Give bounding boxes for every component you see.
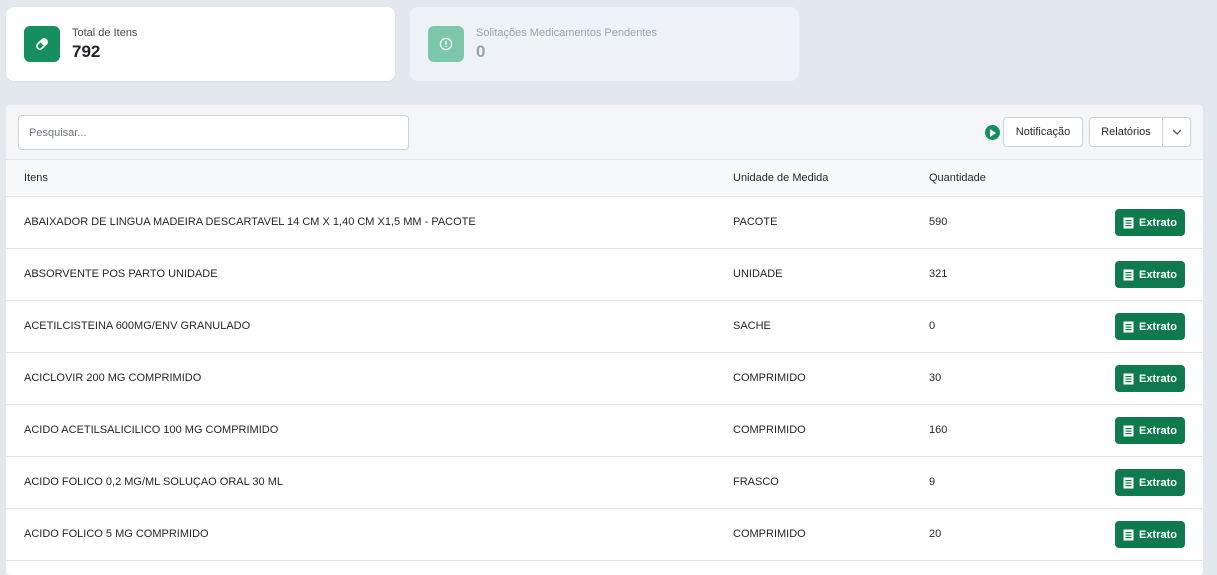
reports-button[interactable]: Relatórios bbox=[1089, 117, 1163, 147]
table-row: ACICLOVIR 200 MG COMPRIMIDO COMPRIMIDO 3… bbox=[6, 353, 1203, 405]
item-name: ACIDO ACETILSALICILICO 100 MG COMPRIMIDO bbox=[24, 424, 279, 436]
item-quantity: 30 bbox=[929, 372, 942, 384]
extrato-button[interactable]: Extrato bbox=[1115, 365, 1185, 392]
item-name: ACICLOVIR 200 MG COMPRIMIDO bbox=[24, 372, 202, 384]
document-icon bbox=[1123, 425, 1134, 436]
toolbar: Notificação Relatórios bbox=[6, 105, 1203, 160]
search-input[interactable] bbox=[18, 115, 409, 150]
item-quantity: 590 bbox=[929, 216, 948, 228]
extrato-label: Extrato bbox=[1139, 372, 1177, 385]
extrato-button[interactable]: Extrato bbox=[1115, 209, 1185, 236]
extrato-label: Extrato bbox=[1139, 476, 1177, 489]
extrato-button[interactable]: Extrato bbox=[1115, 417, 1185, 444]
table-row: ABAIXADOR DE LINGUA MADEIRA DESCARTAVEL … bbox=[6, 197, 1203, 249]
item-unit: FRASCO bbox=[733, 476, 779, 488]
item-unit: SACHE bbox=[733, 320, 771, 332]
item-name: ACETILCISTEINA 600MG/ENV GRANULADO bbox=[24, 320, 251, 332]
item-unit: UNIDADE bbox=[733, 268, 783, 280]
item-name: ACIDO FOLICO 0,2 MG/ML SOLUÇAO ORAL 30 M… bbox=[24, 476, 283, 488]
document-icon bbox=[1123, 321, 1134, 332]
item-name: ABAIXADOR DE LINGUA MADEIRA DESCARTAVEL … bbox=[24, 216, 476, 228]
header-quantity: Quantidade bbox=[929, 172, 986, 184]
item-name: ACIDO FOLICO 5 MG COMPRIMIDO bbox=[24, 528, 209, 540]
document-icon bbox=[1123, 217, 1134, 228]
pill-icon bbox=[24, 26, 60, 62]
pending-requests-value: 0 bbox=[476, 41, 486, 61]
document-icon bbox=[1123, 373, 1134, 384]
item-unit: COMPRIMIDO bbox=[733, 528, 806, 540]
extrato-label: Extrato bbox=[1139, 216, 1177, 229]
total-items-label: Total de Itens bbox=[72, 26, 138, 39]
extrato-button[interactable]: Extrato bbox=[1115, 469, 1185, 496]
item-quantity: 20 bbox=[929, 528, 942, 540]
reports-dropdown-button[interactable] bbox=[1162, 117, 1191, 147]
pending-requests-label: Solitações Medicamentos Pendentes bbox=[476, 26, 657, 39]
table-row: ACIDO FOLICO 5 MG COMPRIMIDO COMPRIMIDO … bbox=[6, 509, 1203, 561]
total-items-value: 792 bbox=[72, 41, 101, 61]
chevron-down-icon bbox=[1172, 129, 1181, 135]
item-unit: COMPRIMIDO bbox=[733, 424, 806, 436]
item-unit: PACOTE bbox=[733, 216, 778, 228]
item-quantity: 9 bbox=[929, 476, 936, 488]
header-items: Itens bbox=[24, 172, 48, 184]
item-unit: COMPRIMIDO bbox=[733, 372, 806, 384]
table-header: Itens Unidade de Medida Quantidade bbox=[6, 160, 1203, 197]
document-icon bbox=[1123, 269, 1134, 280]
header-unit: Unidade de Medida bbox=[733, 172, 829, 184]
item-quantity: 160 bbox=[929, 424, 948, 436]
table-row: ACIDO ACETILSALICILICO 100 MG COMPRIMIDO… bbox=[6, 405, 1203, 457]
table-body: ABAIXADOR DE LINGUA MADEIRA DESCARTAVEL … bbox=[6, 197, 1203, 561]
table-row: ACIDO FOLICO 0,2 MG/ML SOLUÇAO ORAL 30 M… bbox=[6, 457, 1203, 509]
extrato-label: Extrato bbox=[1139, 268, 1177, 281]
item-quantity: 0 bbox=[929, 320, 936, 332]
pending-requests-card: Solitações Medicamentos Pendentes 0 bbox=[410, 7, 799, 81]
total-items-card: Total de Itens 792 bbox=[6, 7, 395, 81]
extrato-button[interactable]: Extrato bbox=[1115, 313, 1185, 340]
table-row: ABSORVENTE POS PARTO UNIDADE UNIDADE 321… bbox=[6, 249, 1203, 301]
document-icon bbox=[1123, 477, 1134, 488]
item-quantity: 321 bbox=[929, 268, 948, 280]
inventory-panel: Notificação Relatórios Itens Unidade de … bbox=[6, 105, 1203, 575]
table-row: ACETILCISTEINA 600MG/ENV GRANULADO SACHE… bbox=[6, 301, 1203, 353]
play-icon[interactable] bbox=[985, 125, 1000, 140]
extrato-button[interactable]: Extrato bbox=[1115, 261, 1185, 288]
extrato-label: Extrato bbox=[1139, 424, 1177, 437]
extrato-button[interactable]: Extrato bbox=[1115, 521, 1185, 548]
alert-circle-icon bbox=[428, 26, 464, 62]
extrato-label: Extrato bbox=[1139, 528, 1177, 541]
extrato-label: Extrato bbox=[1139, 320, 1177, 333]
notification-button[interactable]: Notificação bbox=[1003, 117, 1083, 147]
item-name: ABSORVENTE POS PARTO UNIDADE bbox=[24, 268, 218, 280]
document-icon bbox=[1123, 529, 1134, 540]
